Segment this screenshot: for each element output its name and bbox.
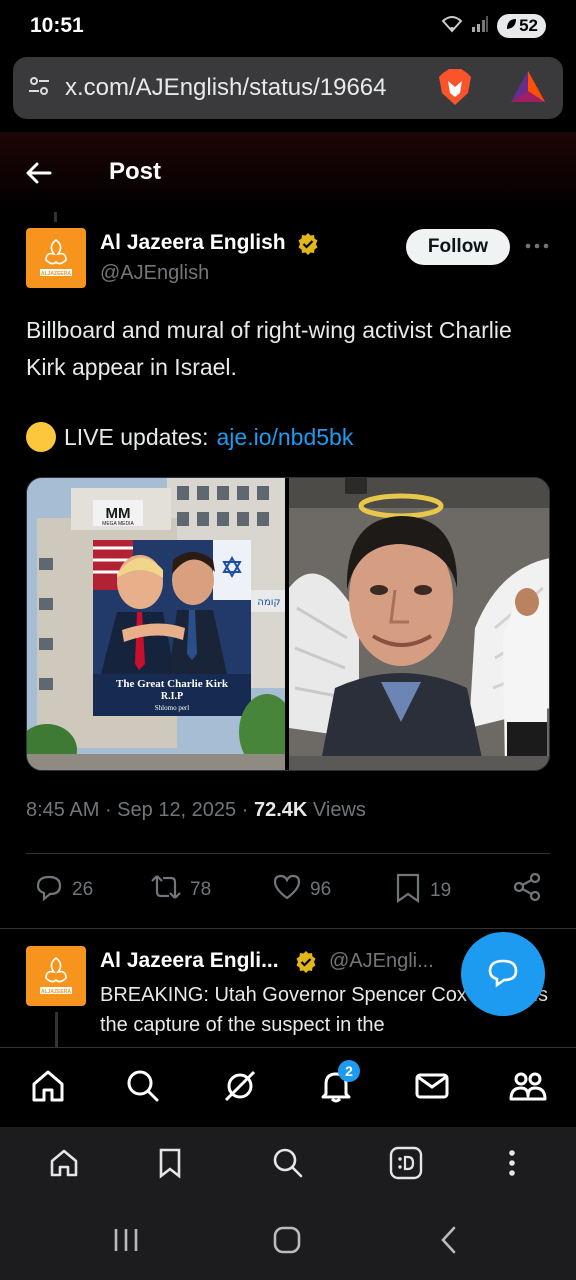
live-updates-link[interactable]: aje.io/nbd5bk bbox=[217, 424, 354, 451]
home-button[interactable] bbox=[270, 1225, 304, 1259]
tabs-icon bbox=[389, 1146, 423, 1185]
brave-rewards-icon[interactable] bbox=[509, 69, 547, 110]
like-count: 96 bbox=[310, 879, 332, 900]
browser-home-button[interactable] bbox=[46, 1147, 82, 1183]
heart-icon bbox=[272, 872, 302, 908]
post-meta: 8:45 AM · Sep 12, 2025 · 72.4K Views bbox=[26, 799, 366, 821]
post-media[interactable]: MM MEGA MEDIA The Great Charlie Kirk R.I… bbox=[26, 477, 550, 771]
billboard-brand: MM bbox=[106, 505, 131, 522]
thread-connector bbox=[55, 1012, 58, 1048]
billboard-caption-author: Shlomo perl bbox=[155, 704, 189, 712]
logo-text: ALJAZEERA bbox=[41, 271, 71, 277]
wifi-icon bbox=[441, 15, 463, 38]
signal-icon bbox=[471, 15, 489, 38]
divider bbox=[0, 928, 576, 929]
reply-button[interactable]: 26 bbox=[34, 872, 93, 908]
yellow-circle-icon bbox=[26, 422, 56, 452]
home-icon bbox=[48, 1147, 80, 1184]
nav-communities[interactable] bbox=[508, 1068, 548, 1108]
notifications-badge: 2 bbox=[338, 1060, 360, 1082]
nav-grok[interactable] bbox=[220, 1068, 260, 1108]
thread-connector bbox=[54, 212, 57, 222]
page-header: Post bbox=[0, 132, 576, 212]
battery-level: 52 bbox=[519, 16, 538, 35]
nav-messages[interactable] bbox=[412, 1068, 452, 1108]
live-updates-label: LIVE updates: bbox=[64, 423, 209, 450]
system-navigation-bar bbox=[0, 1205, 576, 1280]
site-settings-icon[interactable] bbox=[27, 74, 51, 103]
reply-count: 26 bbox=[72, 879, 94, 900]
grok-icon bbox=[222, 1068, 258, 1109]
reply-icon bbox=[34, 872, 64, 908]
browser-menu-button[interactable] bbox=[494, 1147, 530, 1183]
bookmark-button[interactable]: 19 bbox=[394, 872, 451, 910]
browser-tabs-button[interactable] bbox=[388, 1146, 424, 1185]
browser-bookmarks-button[interactable] bbox=[152, 1147, 188, 1183]
logo-text: ALJAZEERA bbox=[41, 989, 71, 995]
reply-author-handle[interactable]: @AJEngli... bbox=[329, 950, 434, 973]
address-bar[interactable]: x.com/AJEnglish/status/19664 bbox=[13, 57, 563, 119]
post-actions: 26 78 96 19 bbox=[26, 872, 550, 912]
post-time: 8:45 AM bbox=[26, 799, 100, 821]
browser-toolbar bbox=[0, 1127, 576, 1205]
views-count: 72.4K bbox=[253, 799, 308, 821]
back-chevron-icon bbox=[439, 1225, 459, 1260]
home-circle-icon bbox=[272, 1225, 302, 1260]
post-text: Billboard and mural of right-wing activi… bbox=[26, 317, 512, 380]
author-name[interactable]: Al Jazeera English bbox=[100, 231, 286, 255]
divider bbox=[26, 853, 550, 854]
chat-bubble-icon bbox=[486, 955, 520, 994]
more-options-icon[interactable] bbox=[524, 236, 550, 256]
nav-search[interactable] bbox=[123, 1068, 163, 1108]
share-icon bbox=[512, 872, 542, 908]
repost-count: 78 bbox=[190, 879, 212, 900]
communities-icon bbox=[509, 1068, 547, 1109]
reply-author-name[interactable]: Al Jazeera Engli... bbox=[100, 949, 279, 973]
home-icon bbox=[30, 1068, 66, 1109]
bookmark-icon bbox=[156, 1147, 184, 1184]
billboard-brand-sub: MEGA MEDIA bbox=[102, 521, 134, 527]
app-bottom-nav: 2 bbox=[0, 1047, 576, 1127]
bookmark-count: 19 bbox=[430, 880, 452, 901]
nav-home[interactable] bbox=[28, 1068, 68, 1108]
mural-image[interactable] bbox=[289, 478, 549, 770]
mail-icon bbox=[414, 1068, 450, 1109]
browser-search-button[interactable] bbox=[270, 1147, 306, 1183]
avatar[interactable]: ALJAZEERA bbox=[26, 228, 86, 288]
recents-icon bbox=[111, 1227, 141, 1258]
compose-reply-button[interactable] bbox=[461, 932, 545, 1016]
verified-badge-icon bbox=[294, 950, 318, 979]
back-button[interactable] bbox=[432, 1225, 466, 1259]
battery-leaf-icon bbox=[505, 16, 517, 36]
url-text[interactable]: x.com/AJEnglish/status/19664 bbox=[65, 74, 425, 102]
author-handle[interactable]: @AJEnglish bbox=[100, 262, 209, 285]
repost-icon bbox=[150, 872, 182, 908]
avatar[interactable]: ALJAZEERA bbox=[26, 946, 86, 1006]
follow-button[interactable]: Follow bbox=[406, 229, 510, 265]
more-vertical-icon bbox=[506, 1147, 518, 1184]
status-icons: 52 bbox=[441, 14, 546, 38]
search-icon bbox=[272, 1147, 304, 1184]
live-updates-line: LIVE updates: aje.io/nbd5bk bbox=[26, 422, 353, 452]
status-bar: 10:51 52 bbox=[0, 0, 576, 52]
back-arrow-icon[interactable] bbox=[24, 158, 54, 188]
page-title: Post bbox=[109, 158, 162, 185]
post-date: Sep 12, 2025 bbox=[117, 799, 237, 821]
brave-shields-icon[interactable] bbox=[437, 67, 473, 112]
battery-indicator: 52 bbox=[497, 14, 546, 38]
share-button[interactable] bbox=[512, 872, 542, 908]
status-time: 10:51 bbox=[30, 14, 84, 37]
repost-button[interactable]: 78 bbox=[150, 872, 211, 908]
like-button[interactable]: 96 bbox=[272, 872, 331, 908]
billboard-caption-title: The Great Charlie Kirk bbox=[116, 678, 229, 690]
billboard-image[interactable]: MM MEGA MEDIA The Great Charlie Kirk R.I… bbox=[27, 478, 285, 770]
verified-badge-icon bbox=[296, 232, 320, 261]
recent-apps-button[interactable] bbox=[109, 1225, 143, 1259]
nav-notifications[interactable]: 2 bbox=[316, 1060, 360, 1108]
billboard-caption-rip: R.I.P bbox=[161, 691, 183, 702]
bookmark-icon bbox=[394, 872, 422, 910]
search-icon bbox=[125, 1068, 161, 1109]
building-sign: קומה bbox=[257, 597, 280, 608]
views-label: Views bbox=[312, 799, 366, 821]
